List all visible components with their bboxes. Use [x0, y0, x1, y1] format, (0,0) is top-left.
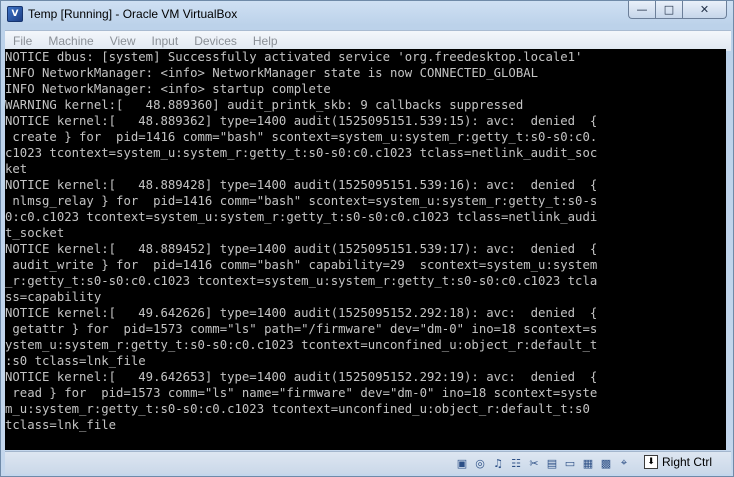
console-line: NOTICE kernel:[ 49.642626] type=1400 aud…: [5, 306, 598, 320]
maximize-icon: □: [663, 3, 675, 16]
menu-machine[interactable]: Machine: [40, 34, 101, 48]
console-line: t_socket: [5, 226, 65, 240]
optical-drive-icon[interactable]: ◎: [472, 455, 488, 471]
close-button[interactable]: ✕: [682, 1, 727, 19]
menu-devices[interactable]: Devices: [186, 34, 245, 48]
display-icon[interactable]: ▭: [562, 455, 578, 471]
console-line: audit_write } for pid=1416 comm="bash" c…: [5, 258, 598, 272]
host-key-indicator[interactable]: ⬇ Right Ctrl: [644, 455, 712, 469]
console-line: c1023 tcontext=system_u:system_r:getty_t…: [5, 146, 598, 160]
menu-view[interactable]: View: [102, 34, 144, 48]
console-line: NOTICE kernel:[ 48.889362] type=1400 aud…: [5, 114, 598, 128]
host-key-label: Right Ctrl: [662, 455, 713, 469]
title-bar[interactable]: V Temp [Running] - Oracle VM VirtualBox …: [1, 1, 733, 27]
virtualbox-window: V Temp [Running] - Oracle VM VirtualBox …: [0, 0, 734, 477]
menu-help[interactable]: Help: [245, 34, 286, 48]
console-line: ss=capability: [5, 290, 102, 304]
console-line: ystem_u:system_r:getty_t:s0-s0:c0.c1023 …: [5, 338, 598, 352]
console-line: ket: [5, 162, 28, 176]
console-line: nlmsg_relay } for pid=1416 comm="bash" s…: [5, 194, 598, 208]
console-line: create } for pid=1416 comm="bash" sconte…: [5, 130, 598, 144]
window-controls: — □ ✕: [628, 1, 727, 19]
menu-bar: File Machine View Input Devices Help: [5, 30, 731, 51]
maximize-button[interactable]: □: [655, 1, 682, 19]
hard-disk-icon[interactable]: ▣: [454, 455, 470, 471]
usb-icon[interactable]: ✂: [526, 455, 542, 471]
console-line: NOTICE kernel:[ 49.642653] type=1400 aud…: [5, 370, 598, 384]
device-status-icons: ▣ ◎ ♫ ☷ ✂ ▤ ▭ ▦ ▩ ⌖: [454, 455, 634, 471]
console-line: getattr } for pid=1573 comm="ls" path="/…: [5, 322, 598, 336]
console-line: INFO NetworkManager: <info> startup comp…: [5, 82, 331, 96]
console-line: tclass=lnk_file: [5, 418, 117, 432]
mouse-integration-icon[interactable]: ⌖: [616, 455, 632, 471]
menu-file[interactable]: File: [5, 34, 40, 48]
status-bar: ▣ ◎ ♫ ☷ ✂ ▤ ▭ ▦ ▩ ⌖ ⬇ Right Ctrl: [5, 451, 731, 474]
close-icon: ✕: [699, 3, 710, 16]
vm-console-screen[interactable]: NOTICE dbus: [system] Successfully activ…: [5, 49, 726, 450]
console-line: NOTICE kernel:[ 48.889428] type=1400 aud…: [5, 178, 598, 192]
console-line: :s0 tclass=lnk_file: [5, 354, 146, 368]
video-capture-icon[interactable]: ▦: [580, 455, 596, 471]
console-line: NOTICE dbus: [system] Successfully activ…: [5, 50, 583, 64]
audio-icon[interactable]: ♫: [490, 455, 506, 471]
cpu-icon[interactable]: ▩: [598, 455, 614, 471]
virtualbox-icon: V: [7, 6, 23, 22]
minimize-icon: —: [636, 3, 648, 16]
console-line: _r:getty_t:s0-s0:c0.c1023 tcontext=syste…: [5, 274, 598, 288]
console-line: WARNING kernel:[ 48.889360] audit_printk…: [5, 98, 524, 112]
console-line: NOTICE kernel:[ 48.889452] type=1400 aud…: [5, 242, 598, 256]
console-line: m_u:system_r:getty_t:s0-s0:c0.c1023 tcon…: [5, 402, 590, 416]
network-icon[interactable]: ☷: [508, 455, 524, 471]
console-output: NOTICE dbus: [system] Successfully activ…: [5, 49, 726, 433]
console-line: INFO NetworkManager: <info> NetworkManag…: [5, 66, 539, 80]
console-line: read } for pid=1573 comm="ls" name="firm…: [5, 386, 598, 400]
minimize-button[interactable]: —: [628, 1, 655, 19]
menu-input[interactable]: Input: [144, 34, 187, 48]
console-line: 0:c0.c1023 tcontext=system_u:system_r:ge…: [5, 210, 598, 224]
host-key-arrow-icon: ⬇: [644, 455, 658, 469]
window-title: Temp [Running] - Oracle VM VirtualBox: [28, 7, 238, 21]
shared-folders-icon[interactable]: ▤: [544, 455, 560, 471]
